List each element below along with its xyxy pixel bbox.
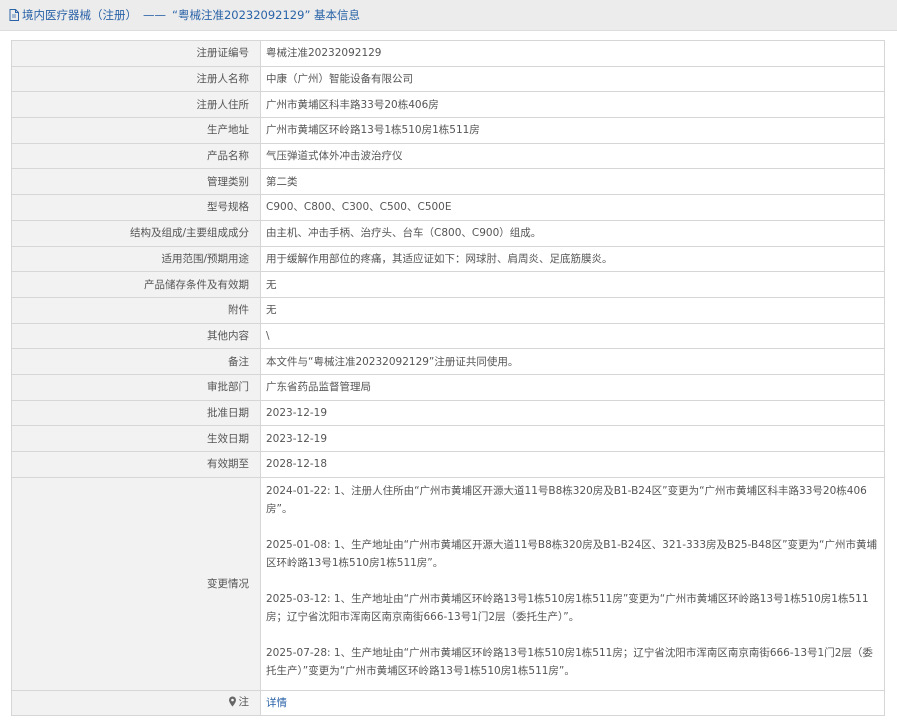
field-value: 无: [260, 271, 885, 298]
breadcrumb-separator: ——: [143, 8, 166, 22]
field-value: C900、C800、C300、C500、C500E: [260, 194, 885, 221]
table-row: 其他内容 \: [11, 322, 885, 350]
table-row: 型号规格 C900、C800、C300、C500、C500E: [11, 194, 885, 221]
field-label: 注册证编号: [11, 40, 261, 67]
registration-info-table: 注册证编号 粤械注准20232092129 注册人名称 中康（广州）智能设备有限公司注…: [11, 40, 885, 717]
table-row: 产品名称 气压弹道式体外冲击波治疗仪: [11, 142, 885, 170]
field-value: 2028-12-18: [260, 451, 885, 478]
field-value: 无: [260, 296, 885, 324]
table-row: 管理类别 第二类: [11, 168, 885, 196]
pin-icon: [228, 696, 237, 707]
field-value: 气压弹道式体外冲击波治疗仪: [260, 142, 885, 170]
table-row: 产品储存条件及有效期无: [11, 271, 885, 298]
breadcrumb-category[interactable]: 境内医疗器械（注册）: [22, 7, 137, 23]
table-row: 结构及组成/主要组成成分 由主机、冲击手柄、治疗头、台车（C800、C900）组成…: [11, 219, 885, 247]
note-value: 详情: [260, 689, 885, 717]
table-row: 生产地址 广州市黄埔区环岭路13号1栋510房1栋511房: [11, 117, 885, 144]
field-label: 注册人住所: [11, 91, 261, 119]
field-label: 生产地址: [11, 117, 261, 144]
table-row: 有效期至 2028-12-18: [11, 451, 885, 478]
field-label: 结构及组成/主要组成成分: [11, 219, 261, 247]
table-row: 备注 本文件与“粤械注准20232092129”注册证共同使用。: [11, 348, 885, 375]
field-label: 生效日期: [11, 425, 261, 452]
field-value: 中康（广州）智能设备有限公司: [260, 65, 885, 93]
field-value: 2023-12-19: [260, 425, 885, 452]
table-row-note: 注 详情: [11, 689, 885, 717]
field-value: 粤械注准20232092129: [260, 40, 885, 67]
field-label: 型号规格: [11, 194, 261, 221]
table-row: 注册人名称 中康（广州）智能设备有限公司: [11, 65, 885, 93]
field-value: 本文件与“粤械注准20232092129”注册证共同使用。: [260, 348, 885, 375]
table-row: 批准日期 2023-12-19: [11, 399, 885, 427]
field-label: 有效期至: [11, 451, 261, 478]
table-row: 附件无: [11, 296, 885, 324]
page-title: “粤械注准20232092129” 基本信息: [172, 8, 361, 22]
table-row: 生效日期 2023-12-19: [11, 425, 885, 452]
change-entry: 2025-07-28: 1、生产地址由“广州市黄埔区环岭路13号1栋510房1栋…: [266, 646, 873, 677]
field-value: 2023-12-19: [260, 399, 885, 427]
field-value: 广东省药品监督管理局: [260, 373, 885, 401]
field-value: 广州市黄埔区环岭路13号1栋510房1栋511房: [260, 117, 885, 144]
page-header: 境内医疗器械（注册） —— “粤械注准20232092129” 基本信息: [0, 0, 897, 31]
field-label: 附件: [11, 296, 261, 324]
change-entry: 2025-01-08: 1、生产地址由“广州市黄埔区开源大道11号B8栋320房…: [266, 538, 877, 569]
field-label: 注册人名称: [11, 65, 261, 93]
field-label: 产品储存条件及有效期: [11, 271, 261, 298]
field-label: 批准日期: [11, 399, 261, 427]
field-value: \: [260, 322, 885, 350]
table-row: 注册证编号 粤械注准20232092129: [11, 40, 885, 67]
changes-value: 2024-01-22: 1、注册人住所由“广州市黄埔区开源大道11号B8栋320…: [260, 476, 885, 691]
table-row-changes: 变更情况 2024-01-22: 1、注册人住所由“广州市黄埔区开源大道11号B8…: [11, 476, 885, 691]
note-label: 注: [238, 695, 250, 708]
note-label-cell: 注: [11, 689, 261, 717]
field-value: 由主机、冲击手柄、治疗头、台车（C800、C900）组成。: [260, 219, 885, 247]
field-label: 其他内容: [11, 322, 261, 350]
field-value: 用于缓解作用部位的疼痛，其适应证如下：网球肘、肩周炎、足底筋膜炎。: [260, 245, 885, 273]
field-label: 管理类别: [11, 168, 261, 196]
field-label: 备注: [11, 348, 261, 375]
change-entry: 2025-03-12: 1、生产地址由“广州市黄埔区环岭路13号1栋510房1栋…: [266, 592, 869, 623]
table-row: 适用范围/预期用途 用于缓解作用部位的疼痛，其适应证如下：网球肘、肩周炎、足底筋膜…: [11, 245, 885, 273]
changes-label: 变更情况: [11, 476, 261, 691]
table-row: 注册人住所 广州市黄埔区科丰路33号20栋406房: [11, 91, 885, 119]
field-label: 适用范围/预期用途: [11, 245, 261, 273]
table-row: 审批部门 广东省药品监督管理局: [11, 373, 885, 401]
field-value: 广州市黄埔区科丰路33号20栋406房: [260, 91, 885, 119]
field-label: 产品名称: [11, 142, 261, 170]
details-link[interactable]: 详情: [266, 697, 287, 709]
field-label: 审批部门: [11, 373, 261, 401]
change-entry: 2024-01-22: 1、注册人住所由“广州市黄埔区开源大道11号B8栋320…: [266, 484, 867, 515]
document-icon: [9, 9, 19, 21]
field-value: 第二类: [260, 168, 885, 196]
